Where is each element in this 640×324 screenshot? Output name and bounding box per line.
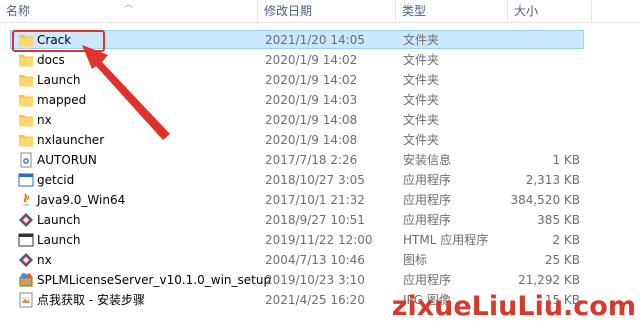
annotation-arrow — [82, 45, 170, 140]
watermark-text: zixueLiuLiu.com — [391, 291, 636, 322]
